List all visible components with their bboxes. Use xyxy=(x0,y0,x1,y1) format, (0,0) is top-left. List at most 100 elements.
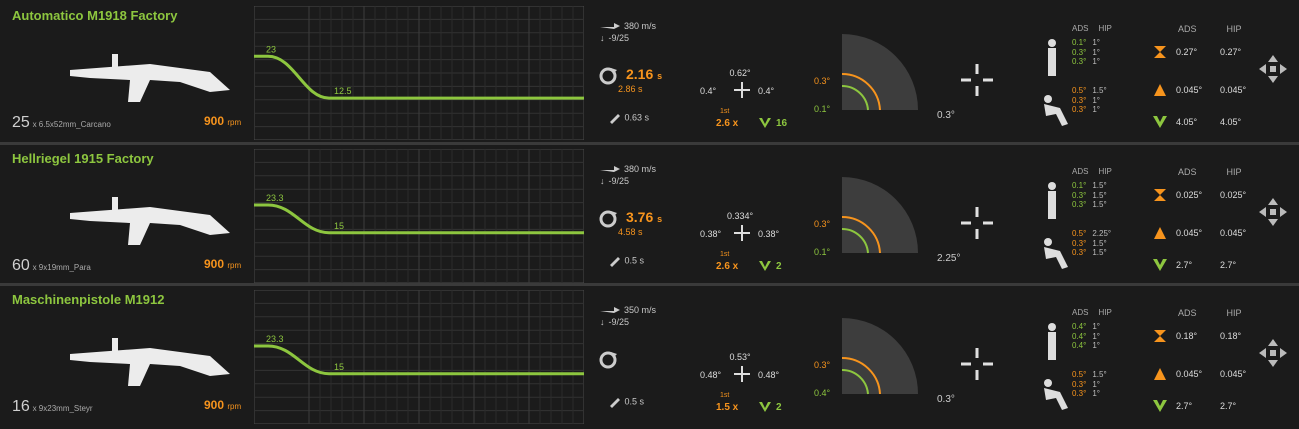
rpm-value: 900 xyxy=(204,257,225,271)
spread-decrease-icon xyxy=(1153,400,1167,412)
move-icon[interactable] xyxy=(1258,338,1288,368)
weapon-silhouette xyxy=(70,338,230,386)
deploy-icon xyxy=(610,257,620,267)
standing-row: 0.3° 1.5° xyxy=(1072,200,1107,209)
modifier-header: ADS HIP xyxy=(1178,167,1242,177)
modifier-row-decrease: 4.05° 4.05° xyxy=(1150,114,1260,132)
rpm-value: 900 xyxy=(204,114,225,128)
deploy-time: 0.5 s xyxy=(624,396,645,407)
modifier-row-decrease: 2.7° 2.7° xyxy=(1150,398,1260,416)
crouching-row: 0.5° 1.5° xyxy=(1072,86,1107,95)
crouching-row: 0.3° 1.5° xyxy=(1072,248,1107,257)
crouching-row: 0.3° 1° xyxy=(1072,95,1100,105)
weapon-row[interactable]: Hellriegel 1915 Factory 60 x 9x19mm_Para… xyxy=(0,145,1299,283)
recoil-right: 0.48° xyxy=(758,370,780,380)
velocity-value: 350 m/s xyxy=(624,305,657,315)
spread-green: 0.1° xyxy=(814,104,831,114)
modifier-header: ADS HIP xyxy=(1178,24,1242,34)
standing-row: 0.4° 1° xyxy=(1072,322,1100,331)
recoil-left: 0.48° xyxy=(700,370,722,380)
crouching-row: 0.5° 1.5° xyxy=(1072,370,1107,379)
reload-empty-time: 2.86 s xyxy=(618,84,643,94)
first-shot-label: 1st xyxy=(720,251,730,258)
modifier-header: ADS HIP xyxy=(1178,308,1242,318)
crouching-row: 0.3° 1° xyxy=(1072,389,1100,398)
spread-fan-chart xyxy=(841,177,918,254)
move-icon[interactable] xyxy=(1258,54,1288,84)
min-spread-icon xyxy=(1154,46,1166,58)
damage-end-label: 15 xyxy=(334,221,344,231)
crouching-icon xyxy=(1044,95,1068,126)
reload-icon xyxy=(599,351,617,369)
recoil-crosshair-icon xyxy=(734,366,750,382)
bullet-drop-value: -9/25 xyxy=(608,176,630,186)
stance-header: ADS HIP xyxy=(1072,24,1112,33)
rpm-value: 900 xyxy=(204,398,225,412)
stance-header: ADS HIP xyxy=(1072,167,1112,176)
weapon-name[interactable]: Automatico M1918 Factory xyxy=(12,8,177,23)
spread-decrease-icon xyxy=(1153,116,1167,128)
deploy-block: 0.5 s xyxy=(608,255,668,267)
crouching-row: 0.5° 2.25° xyxy=(1072,229,1112,238)
modifier-row-decrease: 2.7° 2.7° xyxy=(1150,257,1260,275)
stance-spread: ADS HIP 0.1° 1° 0.3° 1° 0.3° 1° 0.5° 1.5° 0.3° 1°… xyxy=(1040,24,1160,136)
rate-of-fire: 900 rpm xyxy=(204,114,241,128)
min-spread-icon xyxy=(1154,189,1166,201)
crouching-icon xyxy=(1044,238,1068,269)
velocity-block: 380 m/s ↓ -9/25 xyxy=(600,163,680,187)
magazine-desc: x 9x19mm_Para xyxy=(32,263,91,272)
spread-block: 0.3° xyxy=(935,326,1025,411)
recoil-up: 0.53° xyxy=(729,352,751,362)
spread-per-shot-icon xyxy=(1154,227,1166,239)
spread-increase-value: 2 xyxy=(776,261,782,272)
spread-fan-chart xyxy=(841,318,918,395)
recoil-right: 0.38° xyxy=(758,229,780,239)
velocity-value: 380 m/s xyxy=(624,164,657,174)
crouching-icon xyxy=(1044,379,1068,410)
velocity-block: 380 m/s ↓ -9/25 xyxy=(600,20,680,44)
reload-time: 3.76 s xyxy=(626,209,663,225)
crouching-row: 0.3° 1° xyxy=(1072,379,1100,389)
recoil-block: 0.53° 0.48° 0.48° xyxy=(700,352,790,392)
weapon-silhouette xyxy=(70,54,230,102)
recoil-left: 0.38° xyxy=(700,229,722,239)
recoil-crosshair-icon xyxy=(734,225,750,241)
spread-increase-icon xyxy=(759,402,771,412)
recoil-up: 0.334° xyxy=(726,211,754,221)
weapon-row[interactable]: Maschinenpistole M1912 16 x 9x23mm_Steyr… xyxy=(0,286,1299,424)
spread-orange: 0.3° xyxy=(814,360,831,370)
bullet-velocity-icon xyxy=(600,23,620,29)
modifier-row-increase: 0.045° 0.045° xyxy=(1150,366,1260,384)
deploy-time: 0.63 s xyxy=(624,112,650,123)
spread-value: 0.3° xyxy=(937,394,955,405)
crosshair-icon xyxy=(961,207,993,239)
recoil-block: 0.334° 0.38° 0.38° xyxy=(700,211,790,251)
standing-row: 0.4° 1° xyxy=(1072,331,1100,341)
drop-arrow-icon: ↓ xyxy=(600,176,605,186)
standing-table: 0.1° 1.5° 0.3° 1.5° 0.3° 1.5° xyxy=(1072,181,1113,210)
rpm-unit: rpm xyxy=(227,261,242,270)
spread-orange: 0.3° xyxy=(814,76,831,86)
damage-dropoff-graph: 23.3 15 xyxy=(254,290,584,424)
rpm-unit: rpm xyxy=(227,118,242,127)
weapon-name[interactable]: Hellriegel 1915 Factory xyxy=(12,151,154,166)
weapon-row[interactable]: Automatico M1918 Factory 25 x 6.5x52mm_C… xyxy=(0,2,1299,140)
first-shot-mult: 2.6 x xyxy=(716,118,739,129)
first-shot-mult: 1.5 x xyxy=(716,402,739,413)
damage-start-label: 23.3 xyxy=(266,334,284,344)
magazine-count: 60 xyxy=(12,257,30,274)
bullet-velocity-icon xyxy=(600,307,620,313)
weapon-silhouette xyxy=(70,197,230,245)
spread-increase-icon xyxy=(759,118,771,128)
first-shot-label: 1st xyxy=(720,392,730,399)
standing-icon xyxy=(1048,182,1056,219)
crouching-table: 0.5° 1.5° 0.3° 1° 0.3° 1° xyxy=(1072,370,1113,399)
drop-arrow-icon: ↓ xyxy=(600,33,605,43)
spread-increase-value: 16 xyxy=(776,118,788,129)
recoil-left: 0.4° xyxy=(700,86,717,96)
magazine-count: 16 xyxy=(12,398,30,415)
spread-value: 0.3° xyxy=(937,110,955,121)
modifier-row-min: 0.18° 0.18° xyxy=(1150,328,1260,346)
weapon-name[interactable]: Maschinenpistole M1912 xyxy=(12,292,164,307)
move-icon[interactable] xyxy=(1258,197,1288,227)
